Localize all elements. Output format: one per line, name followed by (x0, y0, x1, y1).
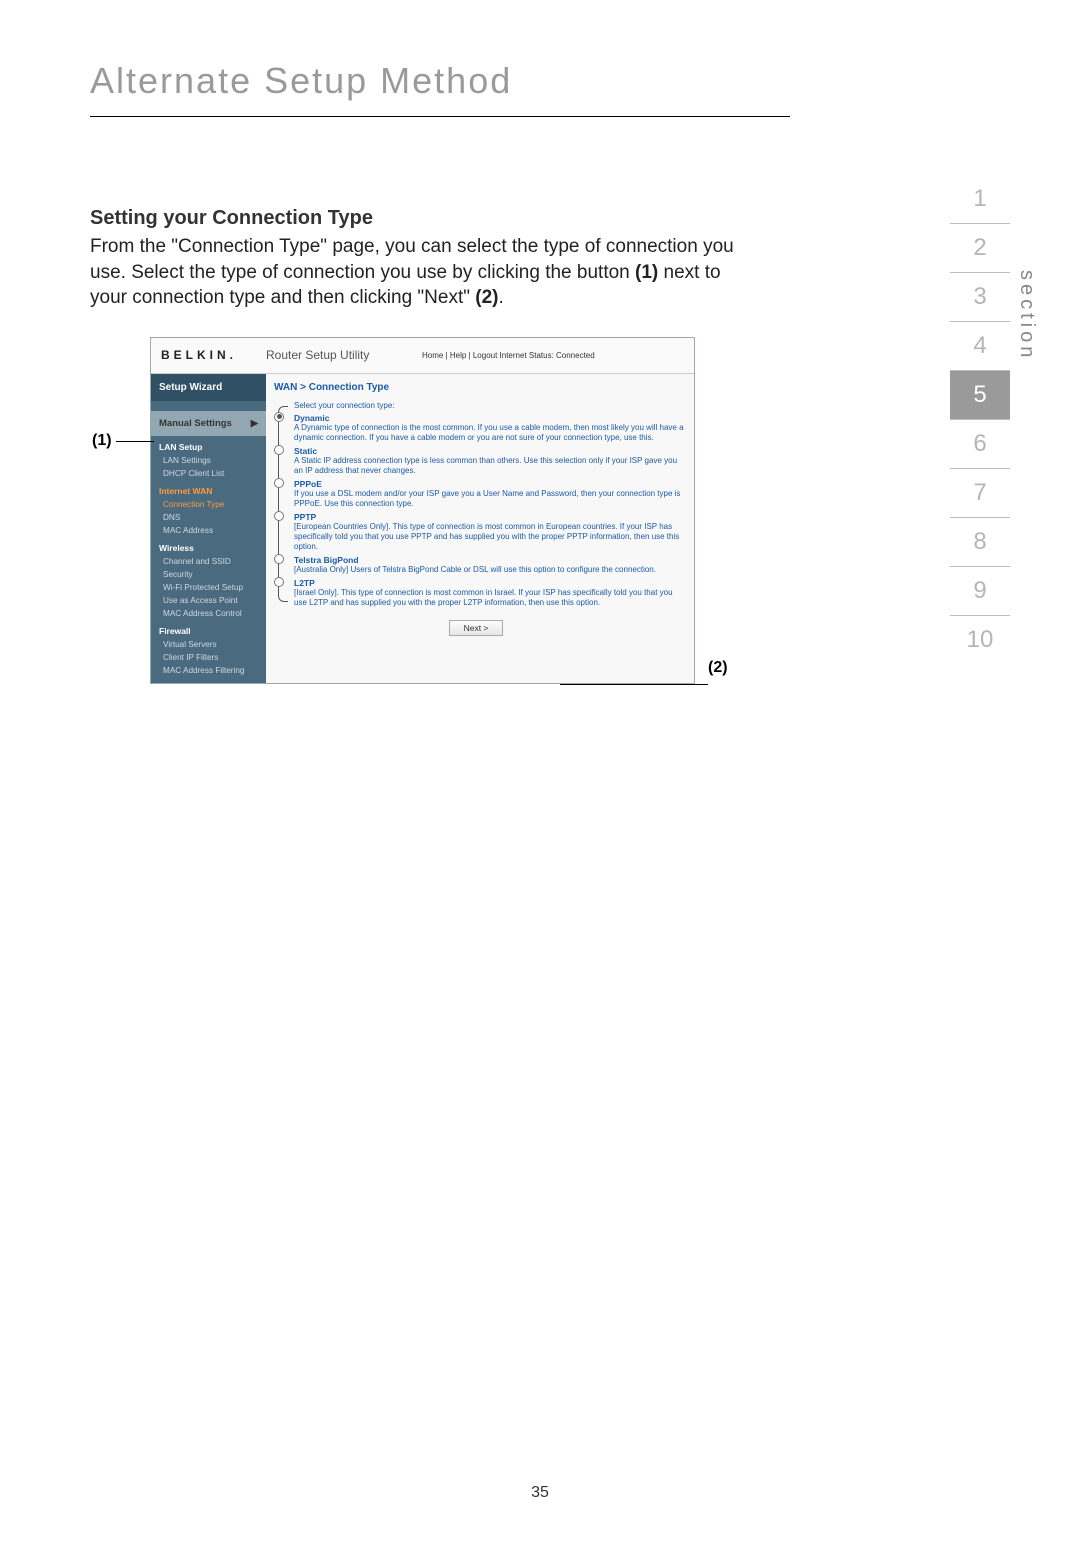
options-column: Select your connection type: DynamicA Dy… (290, 401, 684, 610)
sidebar-item[interactable]: LAN Settings (151, 454, 266, 467)
connection-type-radio[interactable] (274, 577, 284, 587)
sidebar-item[interactable]: Client IP Filters (151, 651, 266, 664)
connection-type-radio[interactable] (274, 554, 284, 564)
chevron-right-icon: ▶ (251, 418, 258, 429)
sidebar-item[interactable]: DNS (151, 511, 266, 524)
router-header: BELKIN. Router Setup Utility Home | Help… (151, 338, 694, 374)
sidebar-manual-settings[interactable]: Manual Settings ▶ (151, 411, 266, 436)
sidebar-item[interactable]: Connection Type (151, 498, 266, 511)
callout-1: (1) (92, 432, 112, 450)
connection-type-radio[interactable] (274, 412, 284, 422)
option-name: PPTP (294, 511, 684, 522)
callout-ref-1: (1) (635, 262, 658, 283)
router-panel: BELKIN. Router Setup Utility Home | Help… (150, 337, 695, 684)
section-label: section (1015, 270, 1038, 361)
sidebar-item[interactable]: MAC Address (151, 524, 266, 537)
sidebar-item[interactable]: Channel and SSID (151, 555, 266, 568)
option-name: PPPoE (294, 478, 684, 489)
connection-type-radio[interactable] (274, 511, 284, 521)
section-nav-1[interactable]: 1 (950, 175, 1010, 224)
connection-type-radio[interactable] (274, 445, 284, 455)
option-desc: [Israel Only]. This type of connection i… (294, 588, 684, 610)
option-name: Dynamic (294, 412, 684, 423)
router-header-links[interactable]: Home | Help | Logout Internet Status: Co… (416, 351, 694, 360)
router-sidebar: Setup Wizard Manual Settings ▶ LAN Setup… (151, 374, 266, 683)
radio-column (268, 401, 290, 610)
belkin-logo: BELKIN. (151, 348, 266, 362)
breadcrumb: WAN > Connection Type (268, 380, 684, 401)
router-main: WAN > Connection Type Select your connec… (266, 374, 694, 683)
bracket-icon (278, 406, 288, 602)
option-name: Telstra BigPond (294, 554, 684, 565)
sidebar-item[interactable]: Virtual Servers (151, 638, 266, 651)
callout-1-line (116, 441, 154, 442)
callout-ref-2: (2) (475, 287, 498, 308)
sidebar-item[interactable]: DHCP Client List (151, 467, 266, 480)
callout-2: (2) (708, 659, 728, 677)
body-p3: . (499, 287, 504, 308)
connection-type-radio[interactable] (274, 478, 284, 488)
option-desc: [Australia Only] Users of Telstra BigPon… (294, 565, 684, 577)
sidebar-group: Wireless (151, 537, 266, 555)
sidebar-group: Firewall (151, 620, 266, 638)
option-desc: [European Countries Only]. This type of … (294, 522, 684, 554)
sidebar-setup-wizard[interactable]: Setup Wizard (151, 374, 266, 401)
sidebar-item[interactable]: MAC Address Control (151, 607, 266, 620)
next-button[interactable]: Next > (449, 620, 504, 636)
router-title: Router Setup Utility (266, 348, 416, 362)
page-number: 35 (0, 1484, 1080, 1502)
screenshot-wrapper: (1) (2) BELKIN. Router Setup Utility Hom… (150, 337, 1010, 684)
sidebar-item[interactable]: MAC Address Filtering (151, 664, 266, 677)
sidebar-item[interactable]: Security (151, 568, 266, 581)
sidebar-manual-label: Manual Settings (159, 418, 232, 429)
sidebar-item[interactable]: Use as Access Point (151, 594, 266, 607)
body-paragraph: From the "Connection Type" page, you can… (90, 234, 750, 311)
section-nav-3[interactable]: 3 (950, 273, 1010, 322)
section-nav-2[interactable]: 2 (950, 224, 1010, 273)
sidebar-group: LAN Setup (151, 436, 266, 454)
option-name: L2TP (294, 577, 684, 588)
option-desc: If you use a DSL modem and/or your ISP g… (294, 489, 684, 511)
option-desc: A Dynamic type of connection is the most… (294, 423, 684, 445)
sidebar-item[interactable]: Wi-Fi Protected Setup (151, 581, 266, 594)
option-desc: A Static IP address connection type is l… (294, 456, 684, 478)
sidebar-group: Internet WAN (151, 480, 266, 498)
callout-2-line (560, 684, 708, 685)
option-name: Static (294, 445, 684, 456)
section-heading: Setting your Connection Type (90, 207, 1010, 230)
page-title: Alternate Setup Method (90, 60, 790, 117)
select-header: Select your connection type: (294, 401, 684, 412)
